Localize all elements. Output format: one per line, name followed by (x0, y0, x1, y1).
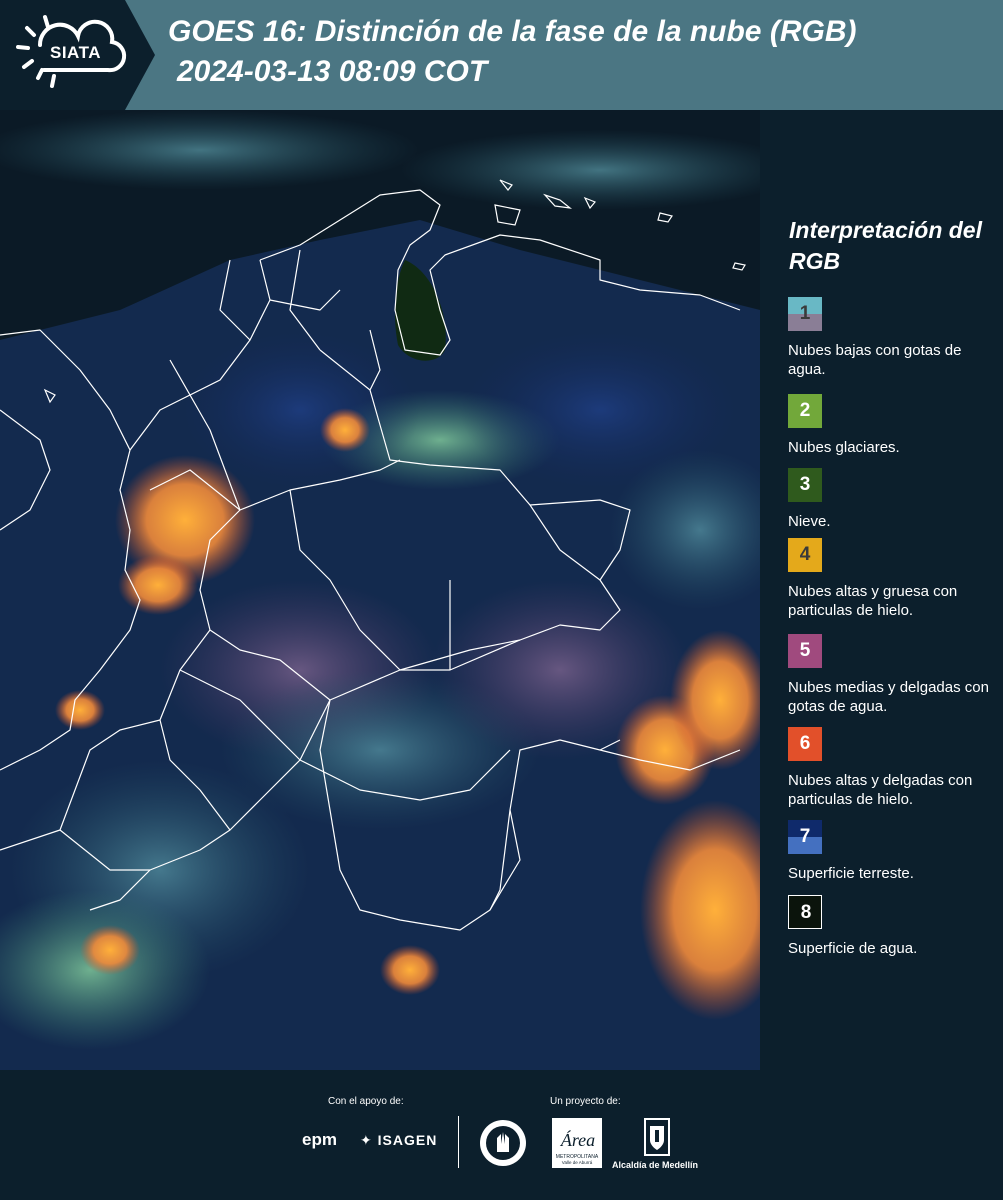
legend-swatch-4: 4 (788, 538, 822, 572)
isagen-mark-icon: ✦ (360, 1132, 373, 1148)
legend-number-6: 6 (799, 733, 811, 754)
legend-item-8: 8 Superficie de agua. (788, 895, 998, 958)
alcaldia-text: Alcaldía de Medellín (612, 1160, 699, 1170)
legend-number-1: 1 (799, 303, 811, 324)
legend-label-7: Superficie terreste. (788, 865, 914, 882)
footer-divider (458, 1116, 459, 1168)
support-label: Con el apoyo de: (328, 1096, 404, 1107)
satellite-image (0, 110, 760, 1070)
legend-label-6: Nubes altas y delgadas con particulas de… (788, 772, 973, 808)
footer: Con el apoyo de: Un proyecto de: epm ✦ I… (0, 1070, 1003, 1200)
legend-item-7: 7 Superficie terreste. (788, 820, 998, 883)
logo-text: SIATA (50, 43, 101, 62)
legend-number-7: 7 (799, 826, 811, 847)
legend-label-2: Nubes glaciares. (788, 439, 900, 456)
legend-number-5: 5 (799, 640, 811, 661)
legend-swatch-8: 8 (788, 895, 822, 929)
seal-icon (480, 1120, 526, 1166)
legend-item-1: 1 Nubes bajas con gotas de agua. (788, 297, 998, 379)
legend-label-5: Nubes medias y delgadas con gotas de agu… (788, 679, 989, 715)
page-title: GOES 16: Distinción de la fase de la nub… (168, 15, 857, 48)
header: SIATA GOES 16: Distinción de la fase de … (0, 0, 1003, 110)
legend-item-3: 3 Nieve. (788, 468, 998, 531)
legend-swatch-1: 1 (788, 297, 822, 331)
legend-title: Interpretación del RGB (789, 217, 982, 274)
page-subtitle: 2024-03-13 08:09 COT (177, 55, 488, 88)
isagen-logo: ✦ ISAGEN (360, 1132, 437, 1149)
siata-logo: SIATA (0, 0, 155, 110)
legend-item-6: 6 Nubes altas y delgadas con particulas … (788, 727, 998, 809)
legend-label-8: Superficie de agua. (788, 940, 918, 957)
legend-item-5: 5 Nubes medias y delgadas con gotas de a… (788, 634, 998, 716)
legend-panel: Interpretación del RGB 1 Nubes bajas con… (760, 110, 1003, 1070)
legend-number-3: 3 (799, 474, 811, 495)
project-label: Un proyecto de: (550, 1096, 621, 1107)
alcaldia-shield-icon (644, 1118, 670, 1156)
legend-item-4: 4 Nubes altas y gruesa con particulas de… (788, 538, 998, 620)
area-logo-text: Área (560, 1129, 595, 1150)
legend-item-2: 2 Nubes glaciares. (788, 394, 998, 457)
isagen-text: ISAGEN (377, 1132, 438, 1148)
legend-swatch-3: 3 (788, 468, 822, 502)
legend-swatch-7: 7 (788, 820, 822, 854)
legend-number-2: 2 (799, 400, 811, 421)
epm-logo: epm (302, 1130, 337, 1149)
legend-label-4: Nubes altas y gruesa con particulas de h… (788, 583, 958, 619)
legend-swatch-2: 2 (788, 394, 822, 428)
satellite-map (0, 110, 760, 1070)
legend-number-8: 8 (800, 902, 812, 923)
legend-swatch-5: 5 (788, 634, 822, 668)
area-logo-sub2: Valle de Aburrá (562, 1160, 593, 1165)
legend-swatch-6: 6 (788, 727, 822, 761)
legend-number-4: 4 (799, 544, 811, 565)
legend-label-1: Nubes bajas con gotas de agua. (788, 342, 962, 378)
legend-label-3: Nieve. (788, 513, 831, 530)
area-metropolitana-logo: Área METROPOLITANA Valle de Aburrá (552, 1118, 602, 1168)
